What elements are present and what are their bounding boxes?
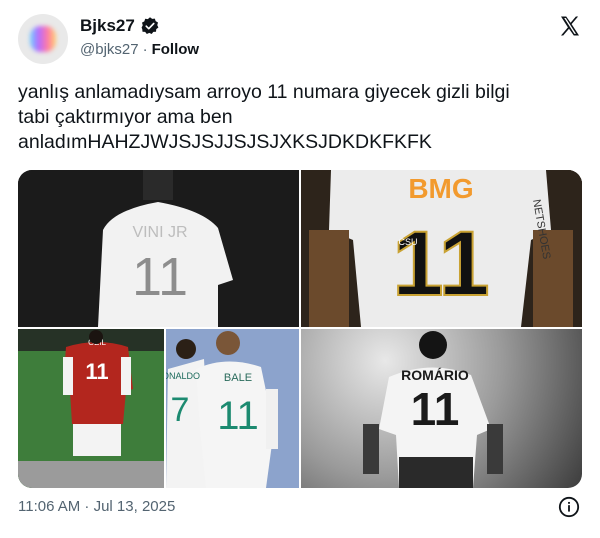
separator: · <box>142 41 148 58</box>
jersey-number-right: 11 <box>217 394 259 438</box>
media-tile-santos[interactable]: BMG NETSHOES 11 CSU <box>301 170 582 327</box>
jersey-name: ROMÁRIO <box>401 367 469 383</box>
media-tile-romario[interactable]: ROMÁRIO 11 <box>301 329 582 488</box>
media-grid[interactable]: VINI JR 11 BMG NETSHOES 11 CSU ÖZIL <box>18 170 582 488</box>
jersey-badge: CSU <box>398 237 417 247</box>
jersey-number: 11 <box>392 213 489 315</box>
tweet-text: yanlış anlamadıysam arroyo 11 numara giy… <box>18 81 510 153</box>
jersey-name-left: ONALDO <box>166 371 200 381</box>
avatar[interactable] <box>18 14 68 64</box>
jersey-number: 11 <box>85 359 108 384</box>
media-tile-vini[interactable]: VINI JR 11 <box>18 170 299 327</box>
follow-button[interactable]: Follow <box>152 41 200 58</box>
jersey-sponsor: BMG <box>408 173 473 204</box>
jersey-name-right: BALE <box>224 372 252 384</box>
info-icon[interactable] <box>558 496 580 518</box>
handle-row: @bjks27 · Follow <box>80 41 199 58</box>
verified-badge-icon <box>141 17 159 34</box>
jersey-number-left: 7 <box>171 391 190 429</box>
jersey-number: 11 <box>411 383 460 435</box>
handle[interactable]: @bjks27 <box>80 41 139 58</box>
media-tile-ozil[interactable]: ÖZIL 11 <box>18 329 164 488</box>
x-logo-icon[interactable] <box>558 14 582 38</box>
author-name-row: Bjks27 <box>80 16 160 36</box>
jersey-number: 11 <box>132 247 188 307</box>
jersey-name: VINI JR <box>132 224 187 241</box>
display-name[interactable]: Bjks27 <box>80 16 135 36</box>
tweet-timestamp[interactable]: 11:06 AM · Jul 13, 2025 <box>18 498 175 515</box>
media-tile-bale[interactable]: ONALDO 7 BALE 11 <box>166 329 299 488</box>
